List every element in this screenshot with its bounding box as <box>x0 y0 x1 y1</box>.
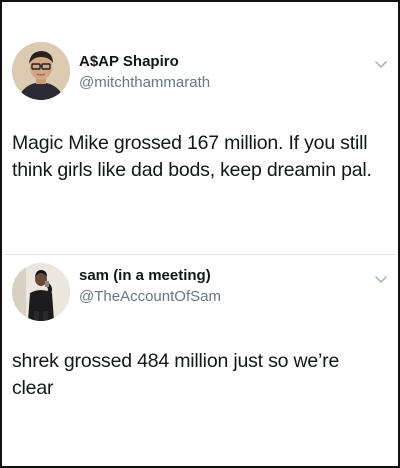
avatar-asap-shapiro[interactable] <box>12 42 70 100</box>
meme-frame: A$AP Shapiro @mitchthammarath Magic Mike… <box>0 0 400 468</box>
display-name[interactable]: A$AP Shapiro <box>79 53 179 70</box>
tweet-text: shrek grossed 484 million just so we’re … <box>12 350 340 399</box>
tweet-text: Magic Mike grossed 167 million. If you s… <box>12 132 372 181</box>
tweet-divider <box>4 254 396 255</box>
display-name[interactable]: sam (in a meeting) <box>79 267 211 284</box>
user-handle[interactable]: @mitchthammarath <box>79 74 210 91</box>
avatar-photo-icon <box>12 42 70 100</box>
chevron-down-icon[interactable] <box>374 275 388 285</box>
avatar-sam[interactable] <box>12 263 70 321</box>
user-handle[interactable]: @TheAccountOfSam <box>79 288 221 305</box>
avatar-photo-icon <box>12 263 70 321</box>
chevron-down-icon[interactable] <box>374 60 388 70</box>
